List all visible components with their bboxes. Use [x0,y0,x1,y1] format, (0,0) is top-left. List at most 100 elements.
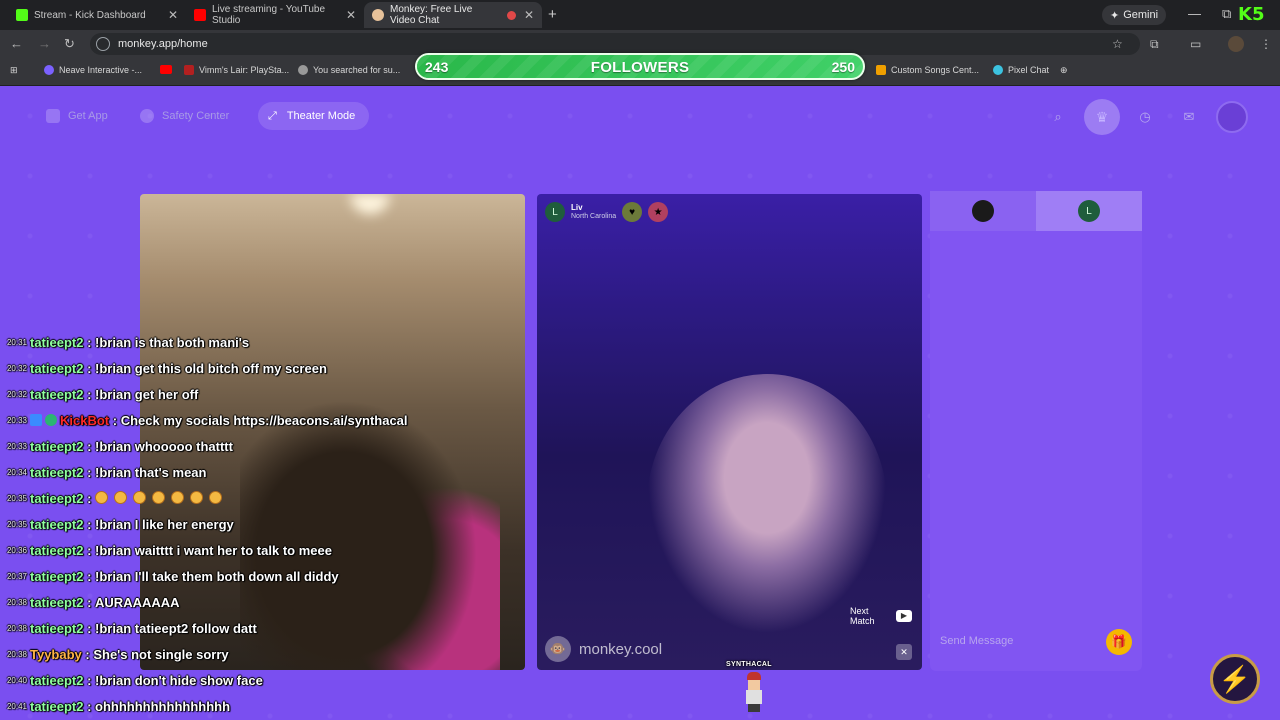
minimize-icon[interactable]: — [1188,6,1201,21]
tab-monkey[interactable]: Monkey: Free Live Video Chat ✕ [364,2,542,28]
shield-icon [140,109,154,123]
bookmark-search[interactable]: You searched for su... [298,65,400,75]
history-icon[interactable]: ◷ [1134,106,1156,128]
chat-text: !brian don't hide show face [95,672,263,688]
chat-timestamp: 20:37 [6,571,27,581]
star-icon[interactable]: ☆ [1112,37,1123,51]
new-tab-button[interactable]: + [548,6,557,23]
chat-separator: : [83,438,96,454]
theater-mode-button[interactable]: ⤢ Theater Mode [258,102,370,130]
report-icon[interactable]: ✕ [896,644,912,660]
chat-message: 20:38 tatieept2 : AURAAAAAA [0,591,180,613]
follower-goal-bar: 243 FOLLOWERS 250 [415,53,865,80]
chat-username[interactable]: tatieept2 [30,335,83,350]
bookmark-pixel-chat[interactable]: Pixel Chat [993,65,1049,75]
profile-avatar[interactable] [1228,36,1244,52]
next-match-label: Next Match [850,606,875,626]
messages-icon[interactable]: ✉ [1178,106,1200,128]
chat-tab-peer[interactable]: L [1036,191,1142,231]
youtube-icon [194,9,206,21]
tab-title: Stream - Kick Dashboard [34,9,146,21]
chat-username[interactable]: tatieept2 [30,673,83,688]
safety-center-button[interactable]: Safety Center [140,104,229,128]
chat-username[interactable]: tatieept2 [30,543,83,558]
chat-username[interactable]: tatieept2 [30,621,83,636]
apps-icon[interactable]: ⊞ [10,65,18,76]
crying-face-emoji-icon [95,490,109,504]
next-match-button[interactable]: Next Match ▶ [850,606,912,626]
chat-timestamp: 20:35 [6,519,27,529]
chat-username[interactable]: tatieept2 [30,595,83,610]
chat-username[interactable]: tatieept2 [30,569,83,584]
bookmark-neave[interactable]: Neave Interactive -... [44,65,142,75]
close-icon[interactable]: ✕ [524,8,534,22]
avatar[interactable] [1216,101,1248,133]
crying-face-emoji-icon [133,490,147,504]
chat-username[interactable]: Tyybaby [30,647,82,662]
bookmark-vimms-lair[interactable]: Vimm's Lair: PlaySta... [184,65,289,75]
forward-icon[interactable]: → [38,36,51,51]
crying-face-emoji-icon [190,490,204,504]
theater-mode-label: Theater Mode [286,110,356,122]
sprite-legs [748,704,760,712]
chat-timestamp: 20:38 [6,597,27,607]
bookmark-youtube[interactable] [160,65,172,74]
bookmark-label: Neave Interactive -... [59,65,143,75]
close-icon[interactable]: ✕ [168,8,178,22]
peer-avatar: L [1078,200,1100,222]
chat-separator: : [83,698,96,714]
chat-separator: : [83,594,96,610]
cast-icon[interactable]: ▭ [1190,37,1201,51]
tab-kick-dashboard[interactable]: Stream - Kick Dashboard ✕ [8,2,186,28]
sprite-body [746,690,762,704]
message-input[interactable]: Send Message [940,635,1013,647]
peer-info[interactable]: L Liv North Carolina ♥ ★ [545,202,669,222]
chat-username[interactable]: tatieept2 [30,491,83,506]
lightning-icon[interactable]: ⚡ [1210,654,1260,704]
back-icon[interactable]: ← [10,36,23,51]
globe-icon[interactable]: ⊕ [1060,65,1068,76]
chat-separator: : [83,542,96,558]
get-app-label: Get App [68,110,108,122]
pixel-chat-icon [993,65,1003,75]
chat-username[interactable]: tatieept2 [30,439,83,454]
chat-username[interactable]: tatieept2 [30,699,83,714]
chat-tab-self[interactable] [930,191,1036,231]
restore-icon[interactable]: ⧉ [1222,6,1231,22]
chat-username[interactable]: tatieept2 [30,465,83,480]
browser-tab-strip: Stream - Kick Dashboard ✕ Live streaming… [0,0,1280,30]
gemini-button[interactable]: ✦ Gemini [1102,5,1167,25]
tab-youtube-studio[interactable]: Live streaming - YouTube Studio ✕ [186,2,364,28]
chat-text: Check my socials https://beacons.ai/synt… [120,412,408,428]
chat-username[interactable]: KickBot [60,413,109,428]
sprite-name: SYNTHACAL [726,661,772,668]
bookmark-custom-songs[interactable]: Custom Songs Cent... [876,65,979,75]
menu-icon[interactable]: ⋮ [1260,37,1272,51]
ceiling-light [350,194,390,214]
extensions-icon[interactable]: ⧉ [1150,37,1159,52]
reload-icon[interactable]: ↻ [64,36,75,52]
monkey-icon [372,9,384,21]
chat-timestamp: 20:38 [6,623,27,633]
bot-badge-icon [30,414,42,426]
close-icon[interactable]: ✕ [346,8,356,22]
chat-timestamp: 20:40 [6,675,27,685]
crown-button[interactable]: ♛ [1084,99,1120,135]
chat-username[interactable]: tatieept2 [30,387,83,402]
chat-text: She's not single sorry [93,646,229,662]
chat-text: !brian is that both mani's [95,334,250,350]
chat-separator: : [109,412,121,428]
address-bar[interactable]: monkey.app/home [90,33,1140,55]
search-icon[interactable]: ⌕ [1047,106,1069,128]
gift-icon[interactable]: 🎁 [1106,629,1132,655]
url-text: monkey.app/home [118,38,208,50]
chat-username[interactable]: tatieept2 [30,517,83,532]
get-app-button[interactable]: Get App [46,104,108,128]
crown-icon: ♛ [1095,108,1109,125]
chat-username[interactable]: tatieept2 [30,361,83,376]
site-info-icon[interactable] [96,37,110,51]
chat-message: 20:35 tatieept2 : !brian I like her energ… [0,513,234,535]
self-avatar [972,200,994,222]
youtube-icon [160,65,172,74]
chat-message: 20:31 tatieept2 : !brian is that both man… [0,331,249,353]
